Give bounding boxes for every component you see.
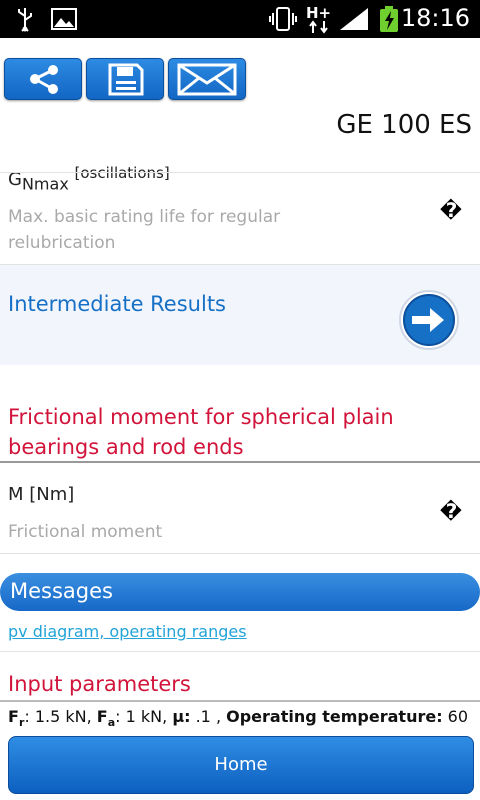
result-value: � <box>439 198 462 222</box>
clock: 18:16 <box>400 4 470 32</box>
toolbar: GE 100 ES <box>0 38 480 168</box>
result-quantity: M [Nm] <box>8 484 75 505</box>
divider <box>0 651 480 652</box>
section-heading-friction: Frictional moment for spherical plain be… <box>8 405 394 459</box>
result-value: � <box>439 499 462 523</box>
mail-icon <box>177 63 237 96</box>
result-row-frictional-moment: M [Nm] Frictional moment � <box>0 463 480 553</box>
product-designation: GE 100 ES <box>336 110 472 140</box>
battery-charging-icon <box>380 6 398 32</box>
divider <box>0 553 480 554</box>
vibrate-icon <box>269 7 297 31</box>
result-description: Frictional moment <box>8 522 163 542</box>
save-icon <box>108 63 144 96</box>
signal-icon <box>340 8 368 30</box>
share-button[interactable] <box>4 58 82 100</box>
home-button[interactable]: Home <box>8 736 474 794</box>
image-icon <box>51 8 77 30</box>
result-row-life: GNmax [oscillations] Max. basic rating l… <box>0 164 480 264</box>
arrow-right-icon[interactable] <box>398 289 460 351</box>
intermediate-results-label: Intermediate Results <box>8 292 226 316</box>
messages-title: Messages <box>10 579 113 603</box>
input-summary-bar: Fr: 1.5 kN, Fa: 1 kN, μ: .1 , Operating … <box>0 700 480 734</box>
hplus-data-icon: H+ <box>306 4 332 34</box>
messages-header: Messages <box>0 573 480 611</box>
usb-icon <box>18 8 32 32</box>
share-icon <box>30 65 58 94</box>
pv-diagram-link[interactable]: pv diagram, operating ranges <box>8 622 247 641</box>
section-heading-input: Input parameters <box>8 672 191 696</box>
result-quantity: GNmax [oscillations] <box>8 164 170 194</box>
status-bar: H+ 18:16 <box>0 0 480 38</box>
result-description: Max. basic rating life for regular relub… <box>8 207 281 253</box>
intermediate-results-row[interactable]: Intermediate Results <box>0 265 480 365</box>
save-button[interactable] <box>86 58 164 100</box>
divider <box>0 172 480 173</box>
mail-button[interactable] <box>168 58 246 100</box>
